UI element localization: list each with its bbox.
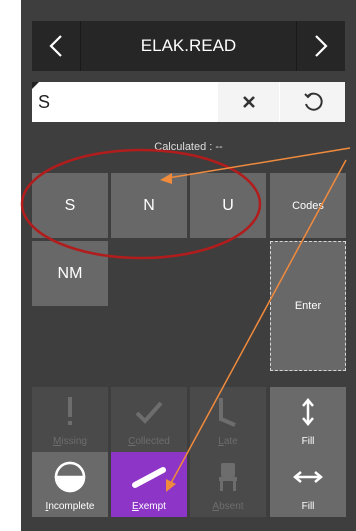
incomplete-label: Incomplete — [45, 501, 95, 512]
checkmark-icon — [135, 401, 163, 424]
header-bar: ELAK.READ — [32, 21, 345, 71]
chair-icon — [219, 462, 237, 491]
code-key-n[interactable]: N — [111, 173, 187, 238]
missing-button[interactable]: Missing — [32, 387, 108, 452]
horizontal-arrows-icon — [293, 470, 323, 483]
fill-horizontal-label: Fill — [301, 501, 315, 512]
code-key-u[interactable]: U — [190, 173, 266, 238]
missing-label: Missing — [53, 436, 87, 447]
chevron-left-icon — [49, 35, 62, 57]
collected-label: Collected — [128, 436, 170, 447]
exempt-slash-icon — [132, 466, 166, 488]
entry-bar — [32, 82, 345, 122]
half-circle-icon — [54, 461, 86, 492]
exempt-button[interactable]: Exempt — [111, 452, 187, 517]
prev-button[interactable] — [32, 21, 81, 71]
next-button[interactable] — [296, 21, 345, 71]
fill-horizontal-button[interactable]: Fill — [270, 452, 346, 517]
corner-marker — [32, 82, 39, 89]
absent-button[interactable]: Absent — [190, 452, 266, 517]
absent-label: Absent — [212, 501, 244, 512]
page-title: ELAK.READ — [140, 36, 237, 55]
collected-button[interactable]: Collected — [111, 387, 187, 452]
reset-button[interactable] — [280, 82, 345, 122]
calculated-label: Calculated : -- — [154, 141, 223, 153]
close-icon — [242, 96, 255, 108]
late-icon — [219, 397, 236, 427]
codes-button[interactable]: Codes — [270, 173, 346, 238]
incomplete-button[interactable]: Incomplete — [32, 452, 108, 517]
entry-input[interactable] — [32, 82, 216, 122]
late-button[interactable]: Late — [190, 387, 266, 452]
undo-icon — [303, 92, 323, 111]
code-key-nm[interactable]: NM — [32, 241, 108, 306]
fill-vertical-label: Fill — [301, 436, 315, 447]
chevron-right-icon — [315, 35, 328, 57]
fill-vertical-button[interactable]: Fill — [270, 387, 346, 452]
code-key-s[interactable]: S — [32, 173, 108, 238]
exclamation-icon — [68, 396, 72, 425]
clear-button[interactable] — [218, 82, 279, 122]
enter-button[interactable]: Enter — [270, 241, 346, 371]
late-label: Late — [218, 436, 238, 447]
vertical-arrows-icon — [302, 397, 314, 426]
exempt-label: Exempt — [132, 501, 166, 512]
